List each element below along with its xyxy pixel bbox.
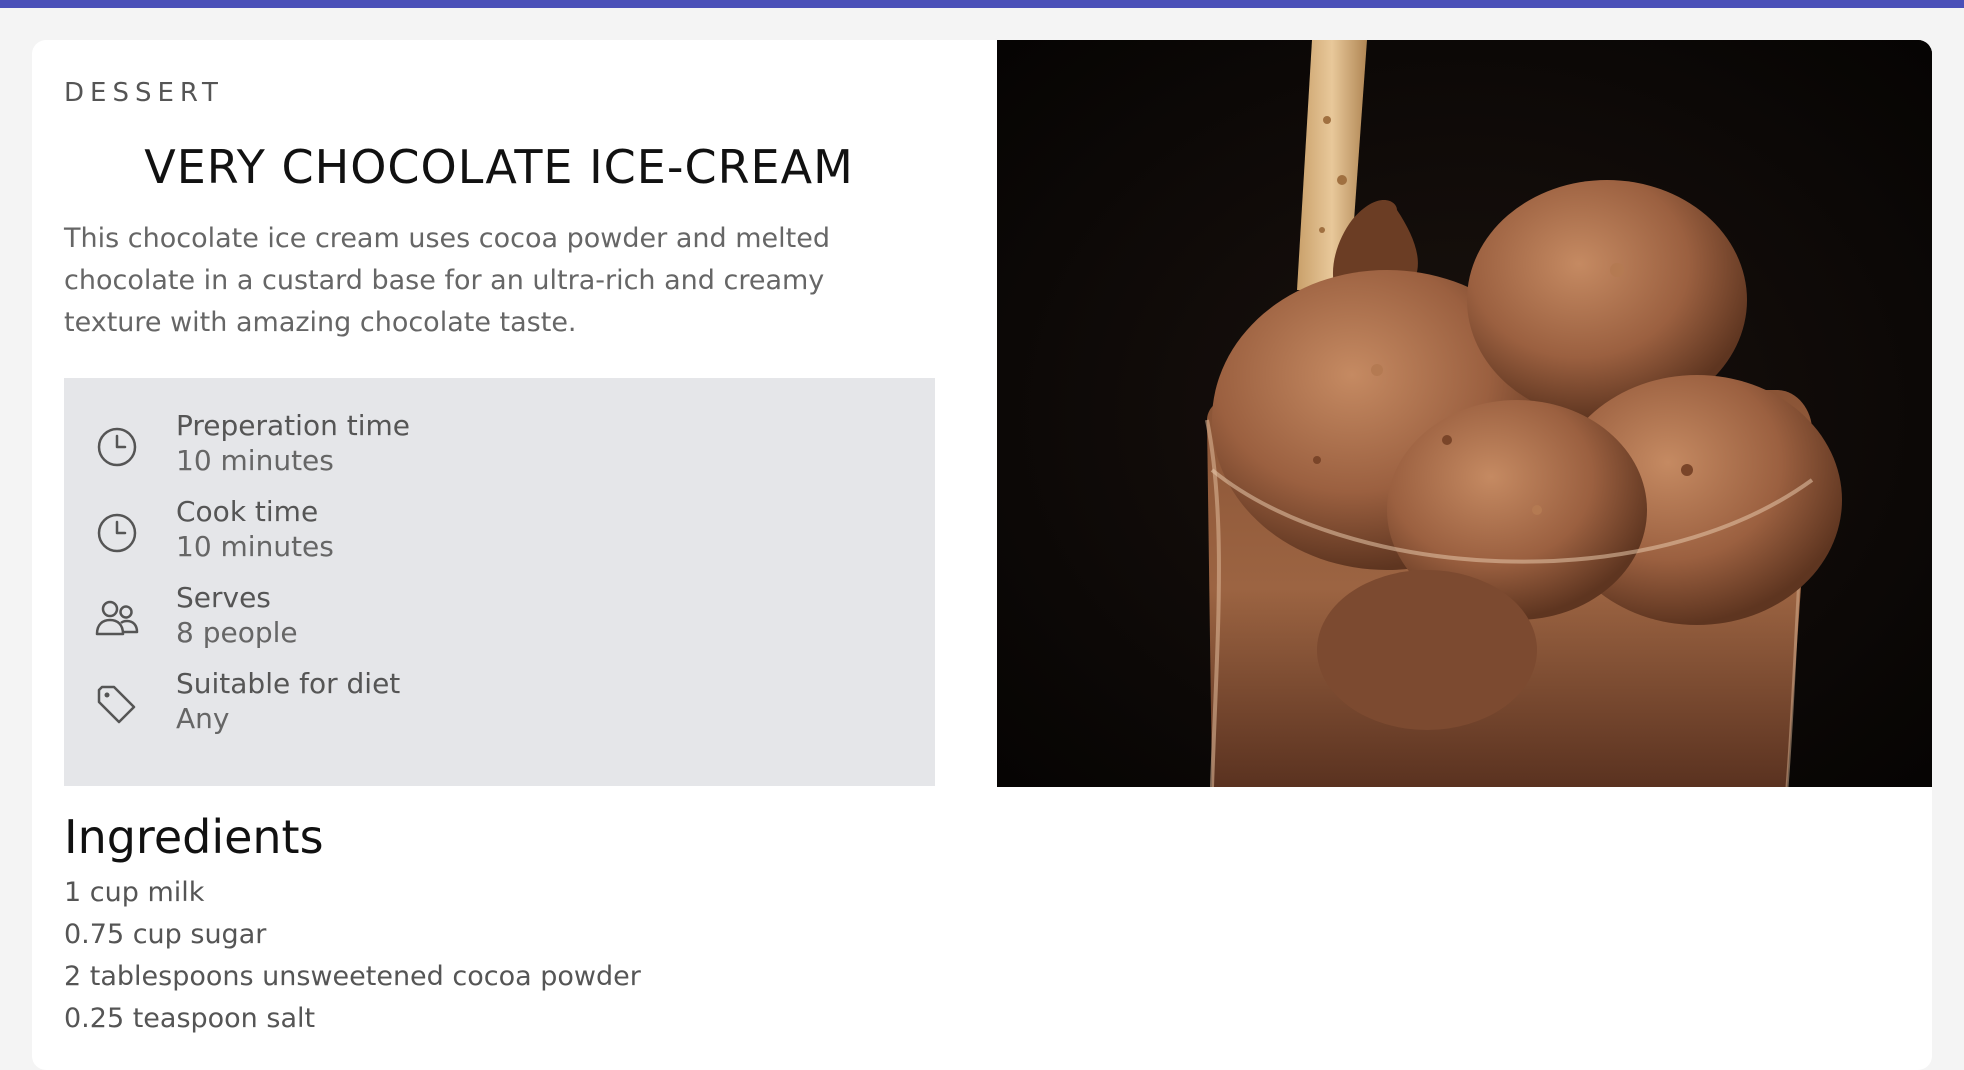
clock-icon [94, 510, 140, 556]
people-icon [94, 596, 140, 642]
clock-icon [94, 424, 140, 470]
ingredient-item: 2 tablespoons unsweetened cocoa powder [64, 961, 641, 992]
info-value: 8 people [176, 616, 298, 649]
recipe-title: VERY CHOCOLATE ICE-CREAM [144, 140, 854, 194]
ingredient-item: 0.75 cup sugar [64, 919, 267, 950]
top-accent-bar [0, 0, 1964, 8]
ingredients-heading: Ingredients [64, 810, 324, 864]
info-row-serves: Serves 8 people [64, 580, 935, 660]
tag-icon [94, 682, 140, 728]
recipe-info-panel: Preperation time 10 minutes Cook time 10… [64, 378, 935, 786]
recipe-photo [997, 40, 1932, 787]
ingredients-list: 1 cup milk 0.75 cup sugar 2 tablespoons … [64, 872, 924, 1040]
recipe-description: This chocolate ice cream uses cocoa powd… [64, 223, 830, 338]
ingredient-item: 0.25 teaspoon salt [64, 1003, 316, 1034]
info-label: Preperation time [176, 409, 410, 442]
info-value: 10 minutes [176, 530, 334, 563]
recipe-category: DESSERT [64, 78, 224, 108]
info-value: 10 minutes [176, 444, 334, 477]
info-row-diet: Suitable for diet Any [64, 666, 935, 746]
info-label: Cook time [176, 495, 319, 528]
info-row-cook-time: Cook time 10 minutes [64, 494, 935, 574]
info-value: Any [176, 702, 230, 735]
info-row-prep-time: Preperation time 10 minutes [64, 408, 935, 488]
ingredient-item: 1 cup milk [64, 877, 205, 908]
recipe-card: DESSERT VERY CHOCOLATE ICE-CREAM This ch… [32, 40, 1932, 1070]
info-label: Serves [176, 581, 271, 614]
info-label: Suitable for diet [176, 667, 401, 700]
